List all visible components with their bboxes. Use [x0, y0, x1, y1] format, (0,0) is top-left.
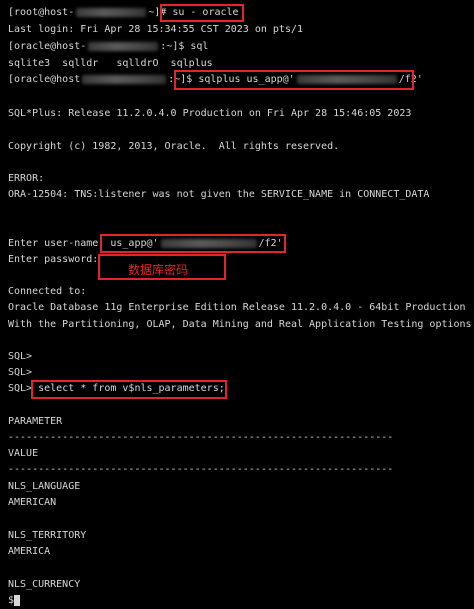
terminal-line-ora-error: ORA-12504: TNS:listener was not given th…	[8, 189, 430, 200]
result-parameter-row: NLS_TERRITORY	[8, 530, 87, 541]
highlight-username	[100, 234, 286, 253]
result-value-row: AMERICA	[8, 546, 51, 557]
terminal-line-sql-tab: [oracle@host-:~]$ sql	[8, 41, 209, 52]
highlight-select-command	[31, 380, 227, 399]
terminal-line-error: ERROR:	[8, 173, 45, 184]
terminal-line-connected: Connected to:	[8, 286, 87, 297]
redacted-hostname	[76, 7, 147, 17]
result-separator: ----------------------------------------…	[8, 432, 394, 443]
result-header-parameter: PARAMETER	[8, 416, 63, 427]
highlight-sqlplus-command	[174, 70, 414, 90]
highlight-su-command	[160, 4, 244, 22]
terminal-line-sql-prompt-1: SQL>	[8, 351, 33, 362]
redacted-hostname	[82, 74, 167, 84]
result-value-row: $	[8, 594, 21, 608]
result-header-value: VALUE	[8, 448, 39, 459]
result-parameter-row: NLS_CURRENCY	[8, 579, 81, 590]
terminal-cursor	[14, 594, 21, 606]
terminal-window[interactable]: [root@host- ~]# su - oracle Last login: F…	[0, 0, 474, 609]
terminal-line-password: Enter password:	[8, 254, 105, 265]
terminal-line-copyright: Copyright (c) 1982, 2013, Oracle. All ri…	[8, 141, 340, 152]
terminal-line-last-login: Last login: Fri Apr 28 15:34:55 CST 2023…	[8, 24, 304, 35]
terminal-line-completions: sqlite3 sqlldr sqlldrO sqlplus	[8, 58, 213, 69]
terminal-line-sqlplus-release: SQL*Plus: Release 11.2.0.4.0 Production …	[8, 108, 412, 119]
redacted-hostname	[88, 41, 159, 51]
result-parameter-row: NLS_LANGUAGE	[8, 481, 81, 492]
terminal-line-oracle-edition: Oracle Database 11g Enterprise Edition R…	[8, 302, 466, 313]
password-annotation: 数据库密码	[128, 263, 189, 277]
result-value-row: AMERICAN	[8, 497, 57, 508]
result-separator: ----------------------------------------…	[8, 464, 394, 475]
terminal-line-sql-prompt-2: SQL>	[8, 367, 33, 378]
terminal-line-options: With the Partitioning, OLAP, Data Mining…	[8, 319, 472, 330]
